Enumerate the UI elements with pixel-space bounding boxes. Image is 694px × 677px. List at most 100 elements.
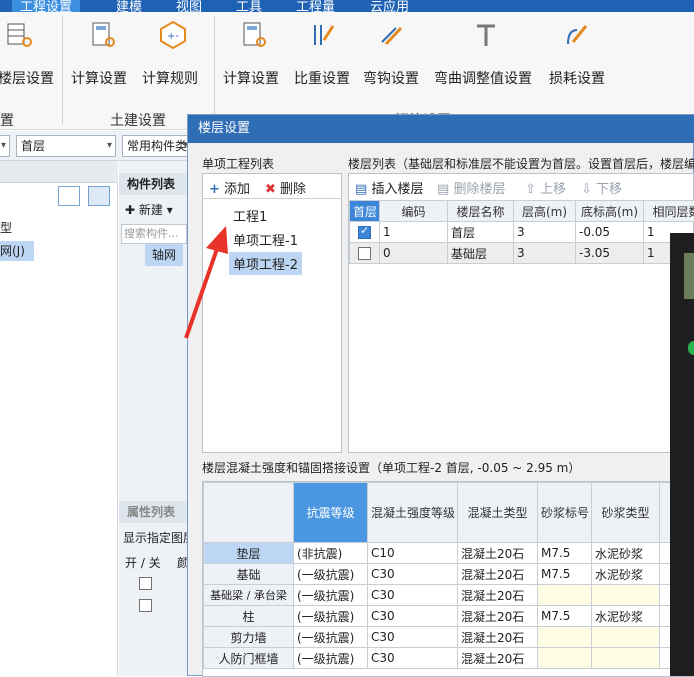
cell[interactable]: C10 <box>368 543 458 564</box>
cell[interactable]: C30 <box>368 585 458 606</box>
insert-floor-button[interactable]: ▤ 插入楼层 <box>355 178 423 197</box>
nav-item-selected[interactable]: 网(J) <box>0 241 34 261</box>
cell[interactable]: 混凝土20石 <box>458 543 538 564</box>
grid-view-icon[interactable] <box>88 186 110 206</box>
cell[interactable]: M7.5 <box>538 606 592 627</box>
first-floor-cell[interactable] <box>350 222 380 243</box>
cell[interactable]: (非抗震) <box>294 543 368 564</box>
group-label-civil: 土建设置 <box>110 110 166 130</box>
cell[interactable]: 混凝土20石 <box>458 627 538 648</box>
cell[interactable]: -0.05 <box>576 222 644 243</box>
cell[interactable]: (一级抗震) <box>294 585 368 606</box>
project-list-title: 单项工程列表 <box>202 155 274 172</box>
list-view-icon[interactable] <box>58 186 80 206</box>
table-row[interactable]: 1 首层 3 -0.05 1 <box>350 222 694 243</box>
calc-settings-button[interactable]: 计算设置 <box>71 68 127 88</box>
cell[interactable]: (一级抗震) <box>294 627 368 648</box>
floor-list-panel: ▤ 插入楼层 ▤ 删除楼层 ⇧ 上移 ⇩ 下移 首层 编码 楼层名称 层高(m)… <box>348 173 694 453</box>
cell[interactable] <box>592 627 660 648</box>
cell[interactable]: 水泥砂浆 <box>592 543 660 564</box>
cell[interactable]: 3 <box>514 222 576 243</box>
cell[interactable] <box>592 648 660 669</box>
cell[interactable]: 0 <box>380 243 448 264</box>
cell[interactable]: C30 <box>368 606 458 627</box>
table-row[interactable]: 0 基础层 3 -3.05 1 <box>350 243 694 264</box>
project-item[interactable]: 工程1 <box>233 206 267 225</box>
cell[interactable]: 混凝土20石 <box>458 606 538 627</box>
project-item[interactable]: 单项工程-1 <box>233 230 298 249</box>
tab-cloud[interactable]: 云应用 <box>370 0 409 12</box>
tab-view[interactable]: 视图 <box>176 0 202 12</box>
row-header[interactable]: 基础梁 / 承台梁 <box>204 585 294 606</box>
table-row[interactable]: 基础 (一级抗震) C30 混凝土20石 M7.5 水泥砂浆 <box>204 564 674 585</box>
rebar-calc-settings-button[interactable]: 计算设置 <box>223 68 279 88</box>
loss-settings-button[interactable]: 损耗设置 <box>549 68 605 88</box>
row-header[interactable]: 基础 <box>204 564 294 585</box>
move-up-button[interactable]: ⇧ 上移 <box>525 178 566 197</box>
table-row[interactable]: 柱 (一级抗震) C30 混凝土20石 M7.5 水泥砂浆 <box>204 606 674 627</box>
delete-project-button[interactable]: ✖ 删除 <box>265 178 306 197</box>
floor-combo[interactable]: 首层 <box>16 135 116 157</box>
row-header[interactable]: 柱 <box>204 606 294 627</box>
row-header[interactable]: 垫层 <box>204 543 294 564</box>
cell[interactable] <box>538 648 592 669</box>
cell[interactable]: 混凝土20石 <box>458 648 538 669</box>
bend-adjust-button[interactable]: 弯曲调整值设置 <box>434 68 532 88</box>
cell[interactable]: C30 <box>368 627 458 648</box>
first-floor-checkbox[interactable] <box>358 226 371 239</box>
loss-settings-icon <box>563 20 589 50</box>
tab-quantities[interactable]: 工程量 <box>296 0 335 12</box>
table-row[interactable]: 剪力墙 (一级抗震) C30 混凝土20石 <box>204 627 674 648</box>
cell[interactable]: M7.5 <box>538 543 592 564</box>
cell[interactable]: C30 <box>368 564 458 585</box>
cell[interactable]: 混凝土20石 <box>458 564 538 585</box>
cell[interactable]: 基础层 <box>448 243 514 264</box>
component-type-combo[interactable]: 常用构件类型 <box>122 135 192 157</box>
insert-label: 插入楼层 <box>371 182 423 197</box>
weight-settings-button[interactable]: 比重设置 <box>294 68 350 88</box>
tab-tools[interactable]: 工具 <box>236 0 262 12</box>
cell[interactable]: -3.05 <box>576 243 644 264</box>
cell[interactable]: 水泥砂浆 <box>592 606 660 627</box>
table-row[interactable]: 基础梁 / 承台梁 (一级抗震) C30 混凝土20石 <box>204 585 674 606</box>
concrete-table: 抗震等级 混凝土强度等级 混凝土类型 砂浆标号 砂浆类型 垫层 (非抗震) C1… <box>203 482 674 669</box>
col-header: 编码 <box>380 201 448 222</box>
move-down-button[interactable]: ⇩ 下移 <box>581 178 622 197</box>
cell[interactable]: 首层 <box>448 222 514 243</box>
floor-settings-button[interactable]: 楼层设置 <box>0 68 54 88</box>
delete-floor-button[interactable]: ▤ 删除楼层 <box>437 178 505 197</box>
component-search-input[interactable]: 搜索构件... <box>121 224 187 244</box>
cell[interactable] <box>592 585 660 606</box>
cell[interactable] <box>538 585 592 606</box>
row-header[interactable]: 剪力墙 <box>204 627 294 648</box>
nav-header <box>0 161 118 183</box>
add-project-button[interactable]: + 添加 <box>209 178 250 197</box>
table-row[interactable]: 人防门框墙 (一级抗震) C30 混凝土20石 <box>204 648 674 669</box>
cell[interactable]: C30 <box>368 648 458 669</box>
first-floor-checkbox[interactable] <box>358 247 371 260</box>
row-header[interactable]: 人防门框墙 <box>204 648 294 669</box>
table-row[interactable]: 垫层 (非抗震) C10 混凝土20石 M7.5 水泥砂浆 <box>204 543 674 564</box>
tab-modeling[interactable]: 建模 <box>116 0 142 12</box>
floor-table: 首层 编码 楼层名称 层高(m) 底标高(m) 相同层数 1 首层 3 -0.0… <box>349 200 694 264</box>
layer-toggle-checkbox[interactable] <box>139 577 152 590</box>
cell[interactable]: 混凝土20石 <box>458 585 538 606</box>
cell[interactable]: (一级抗震) <box>294 648 368 669</box>
component-item-axis[interactable]: 轴网 <box>145 244 183 266</box>
project-combo[interactable] <box>0 135 10 157</box>
tab-project-settings[interactable]: 工程设置 <box>12 0 80 12</box>
cell[interactable] <box>538 627 592 648</box>
cell[interactable]: 水泥砂浆 <box>592 564 660 585</box>
attribute-list-title: 属性列表 <box>119 501 187 523</box>
cell[interactable]: (一级抗震) <box>294 606 368 627</box>
cell[interactable]: M7.5 <box>538 564 592 585</box>
cell[interactable]: 3 <box>514 243 576 264</box>
first-floor-cell[interactable] <box>350 243 380 264</box>
nav-item[interactable]: 型 <box>0 219 12 236</box>
cell[interactable]: (一级抗震) <box>294 564 368 585</box>
cell[interactable]: 1 <box>380 222 448 243</box>
calc-rules-button[interactable]: 计算规则 <box>142 68 198 88</box>
layer-toggle-checkbox[interactable] <box>139 599 152 612</box>
hook-settings-button[interactable]: 弯钩设置 <box>363 68 419 88</box>
new-component-button[interactable]: ✚ 新建 ▾ <box>125 201 173 218</box>
